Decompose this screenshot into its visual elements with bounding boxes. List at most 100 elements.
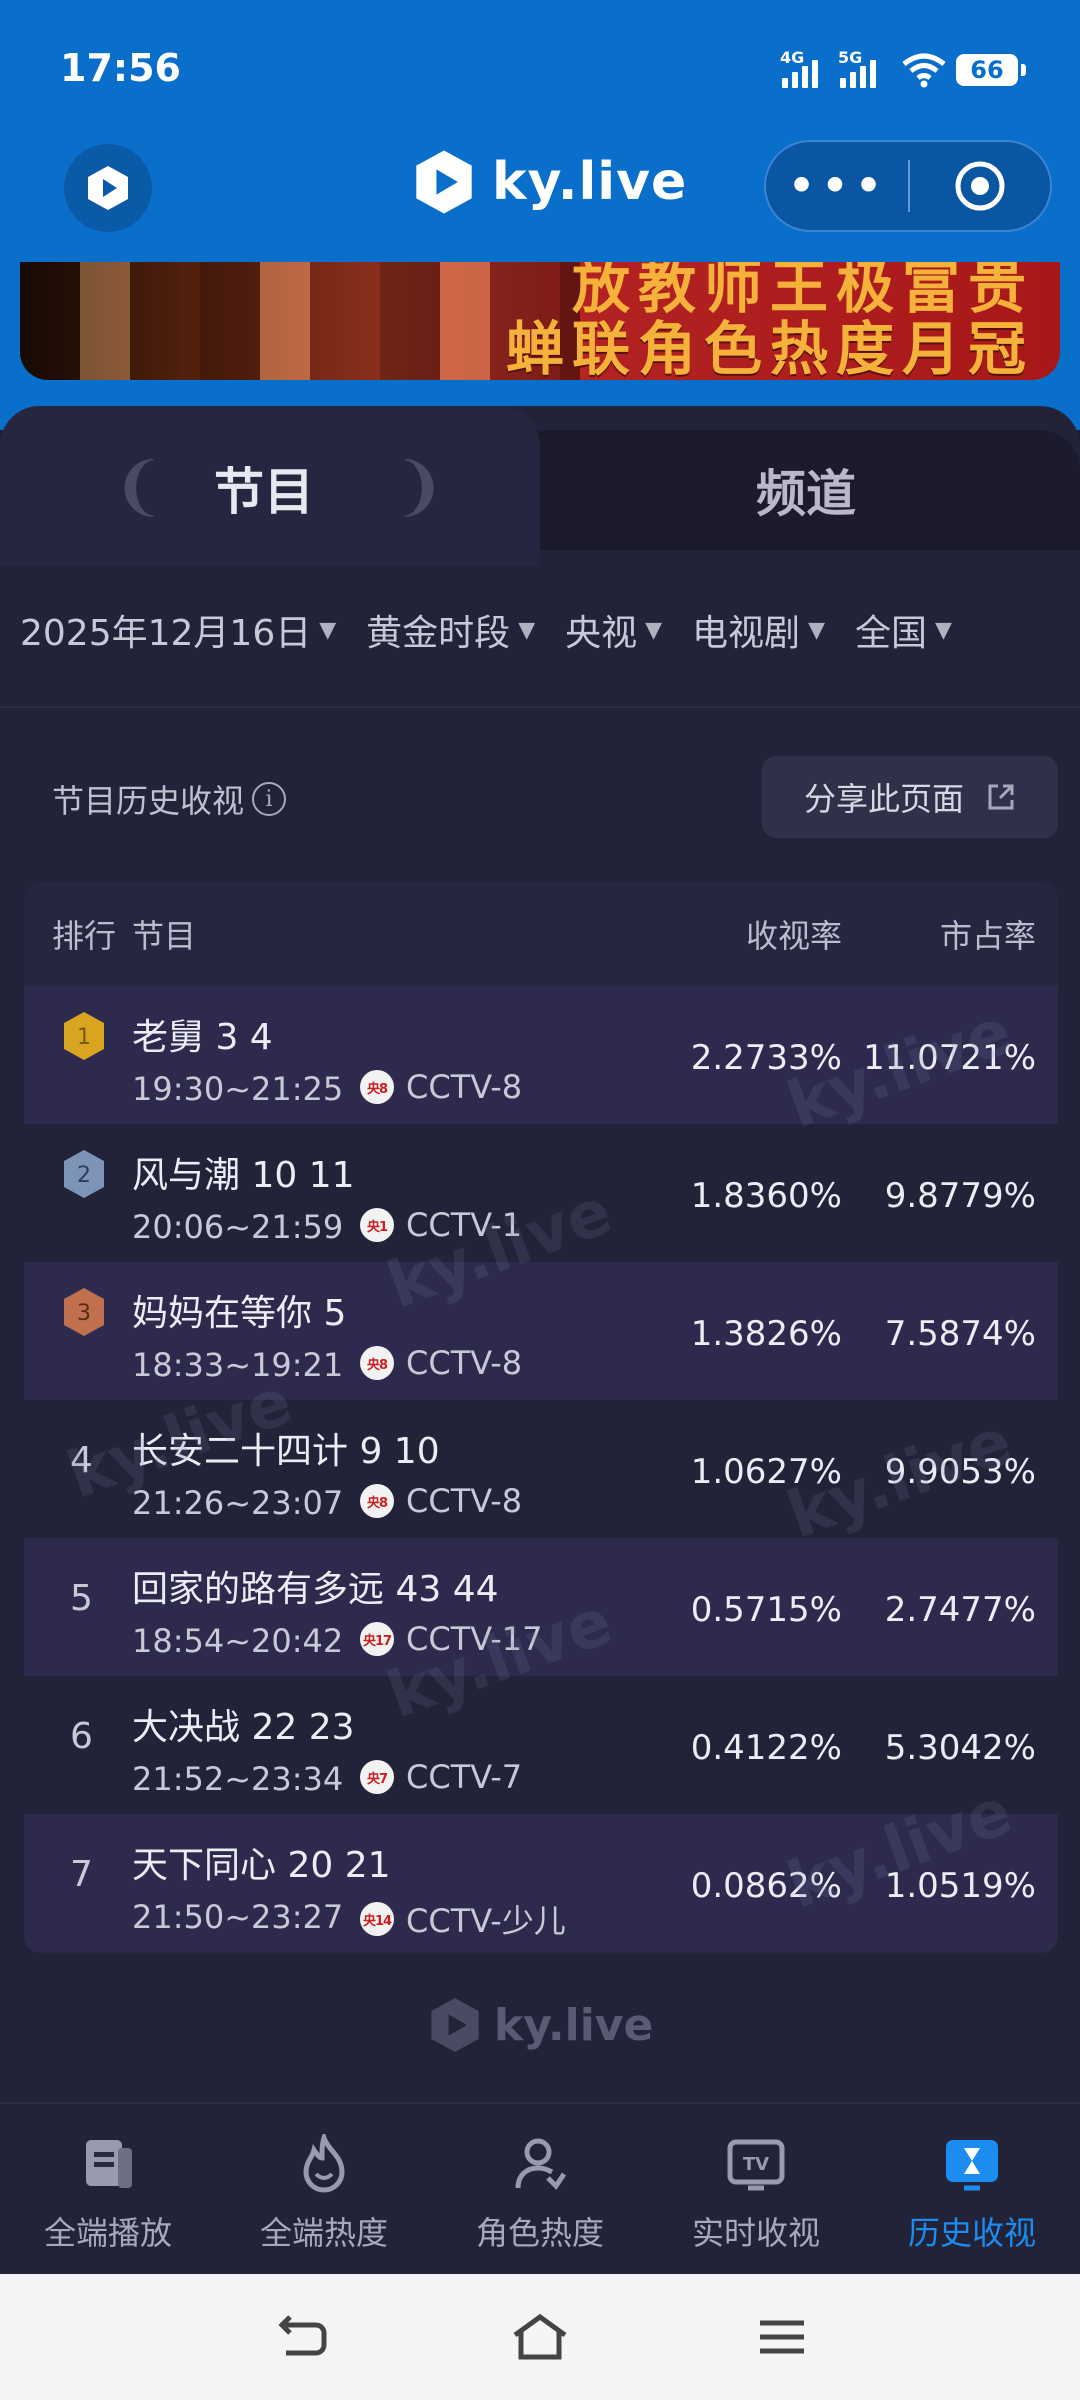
table-row[interactable]: 1 老舅 3 4 19:30~21:25 央8 CCTV-8 2.2733% 11…: [24, 986, 1058, 1124]
filter-bar: 2025年12月16日 ▼ 黄金时段 ▼ 央视 ▼ 电视剧 ▼ 全国 ▼: [20, 600, 1060, 660]
nav-label: 实时收视: [691, 2214, 820, 2252]
filter-date[interactable]: 2025年12月16日 ▼: [20, 604, 336, 656]
tab-program[interactable]: 节目: [214, 452, 314, 524]
program-channel: 央8 CCTV-8: [360, 1068, 522, 1106]
rating-value: 0.4122%: [690, 1728, 842, 1768]
more-options-button[interactable]: •••: [766, 161, 908, 211]
bottom-nav: 全端播放 全端热度 角色热度 TV 实时收视 历史收视: [0, 2102, 1080, 2274]
section-title-text: 节目历史收视: [52, 782, 245, 820]
brand-logo: ky.live: [412, 148, 687, 216]
filter-region[interactable]: 全国 ▼: [855, 604, 952, 656]
miniprogram-capsule: •••: [764, 140, 1052, 232]
table-row[interactable]: 6 大决战 22 23 21:52~23:34 央7 CCTV-7 0.4122%…: [24, 1676, 1058, 1814]
cctv-logo-icon: 央8: [360, 1346, 394, 1380]
program-channel: 央14 CCTV-少儿: [360, 1896, 566, 1942]
table-row[interactable]: 4 长安二十四计 9 10 21:26~23:07 央8 CCTV-8 1.062…: [24, 1400, 1058, 1538]
system-nav-bar: [0, 2274, 1080, 2400]
program-title: 长安二十四计 9 10: [132, 1431, 440, 1472]
footer-brand-text: ky.live: [494, 1999, 654, 2051]
medal-rank-text: 1: [77, 1025, 91, 1050]
promo-banner[interactable]: 放教师王极富贵 蝉联角色热度月冠: [20, 262, 1060, 380]
cctv-logo-icon: 央7: [360, 1760, 394, 1794]
program-title: 妈妈在等你 5: [132, 1293, 347, 1334]
nav-label: 全端热度: [259, 2214, 388, 2252]
app-logo-button[interactable]: [64, 144, 152, 232]
flame-icon: [294, 2134, 354, 2194]
program-time: 18:54~20:42: [132, 1622, 344, 1660]
wifi-icon: [902, 52, 946, 92]
table-row[interactable]: 2 风与潮 10 11 20:06~21:59 央1 CCTV-1 1.8360%…: [24, 1124, 1058, 1262]
svg-text:TV: TV: [743, 2154, 769, 2175]
header-program: 节目: [132, 917, 197, 955]
silver-medal-icon: 2: [60, 1148, 108, 1200]
tv-icon: TV: [726, 2134, 786, 2194]
home-icon: [513, 2313, 567, 2360]
rank-number: 6: [70, 1716, 93, 1757]
nav-item-history[interactable]: 历史收视: [864, 2104, 1080, 2274]
program-title: 天下同心 20 21: [132, 1845, 391, 1886]
ratings-table: 排行 节目 收视率 市占率 1 老舅 3 4 19:30~21:25 央8 CCT…: [24, 882, 1058, 1954]
playback-icon: [78, 2134, 138, 2194]
info-icon[interactable]: i: [252, 782, 287, 816]
laurel-right-icon: ❩: [392, 450, 446, 524]
filter-genre[interactable]: 电视剧 ▼: [692, 604, 825, 656]
rating-value: 2.2733%: [690, 1038, 842, 1078]
nav-item-heat[interactable]: 全端热度: [216, 2104, 432, 2274]
rank-number: 7: [70, 1854, 93, 1895]
rating-value: 1.0627%: [690, 1452, 842, 1492]
filter-region-label: 全国: [854, 613, 927, 654]
program-time: 19:30~21:25: [132, 1070, 344, 1108]
filter-network-label: 央视: [565, 613, 638, 654]
banner-line-2: 蝉联角色热度月冠: [505, 315, 1034, 380]
play-logo-icon: [88, 166, 128, 210]
program-title: 老舅 3 4: [132, 1017, 273, 1058]
status-bar: 17:56 4G 5G 66: [0, 0, 1080, 140]
filter-genre-label: 电视剧: [692, 613, 801, 654]
table-row[interactable]: 7 天下同心 20 21 21:50~23:27 央14 CCTV-少儿 0.08…: [24, 1814, 1058, 1952]
rank-number: 4: [70, 1440, 93, 1481]
program-channel: 央8 CCTV-8: [360, 1344, 522, 1382]
history-icon: [942, 2134, 1002, 2194]
program-time: 18:33~19:21: [132, 1346, 344, 1384]
banner-image: [20, 262, 580, 380]
back-button[interactable]: [272, 2310, 332, 2364]
table-row[interactable]: 5 回家的路有多远 43 44 18:54~20:42 央17 CCTV-17 0…: [24, 1538, 1058, 1676]
nav-label: 全端播放: [43, 2214, 172, 2252]
header-share[interactable]: 市占率: [940, 911, 1036, 957]
program-time: 20:06~21:59: [132, 1208, 344, 1246]
share-value: 1.0519%: [884, 1866, 1036, 1906]
channel-name: CCTV-8: [406, 1344, 523, 1382]
channel-name: CCTV-少儿: [406, 1902, 566, 1940]
cctv-logo-icon: 央1: [360, 1208, 394, 1242]
nav-label: 角色热度: [475, 2214, 604, 2252]
program-channel: 央8 CCTV-8: [360, 1482, 522, 1520]
nav-item-role-heat[interactable]: 角色热度: [432, 2104, 648, 2274]
home-button[interactable]: [510, 2310, 570, 2364]
share-page-button[interactable]: 分享此页面: [762, 756, 1058, 838]
header-rating[interactable]: 收视率: [746, 911, 842, 957]
filter-network[interactable]: 央视 ▼: [565, 604, 662, 656]
status-time: 17:56: [60, 46, 181, 90]
tab-channel[interactable]: 频道: [756, 454, 856, 526]
caret-down-icon: ▼: [518, 617, 536, 643]
rating-value: 0.5715%: [690, 1590, 842, 1630]
table-row[interactable]: 3 妈妈在等你 5 18:33~19:21 央8 CCTV-8 1.3826% 7…: [24, 1262, 1058, 1400]
caret-down-icon: ▼: [808, 617, 825, 643]
program-time: 21:52~23:34: [132, 1760, 344, 1798]
cctv-logo-icon: 央8: [360, 1484, 394, 1518]
menu-button[interactable]: [752, 2310, 812, 2364]
rating-value: 1.3826%: [690, 1314, 842, 1354]
filter-timeslot[interactable]: 黄金时段 ▼: [366, 604, 535, 656]
section-title: 节目历史收视 i: [52, 776, 287, 822]
nav-item-realtime[interactable]: TV 实时收视: [648, 2104, 864, 2274]
close-miniprogram-button[interactable]: [910, 158, 1050, 214]
share-value: 9.9053%: [884, 1452, 1036, 1492]
rank-number: 5: [70, 1578, 93, 1619]
nav-item-playback[interactable]: 全端播放: [0, 2104, 216, 2274]
program-channel: 央1 CCTV-1: [360, 1206, 522, 1244]
caret-down-icon: ▼: [645, 617, 663, 643]
caret-down-icon: ▼: [319, 617, 337, 643]
share-value: 2.7477%: [884, 1590, 1036, 1630]
program-time: 21:26~23:07: [132, 1484, 344, 1522]
share-value: 11.0721%: [863, 1038, 1036, 1078]
